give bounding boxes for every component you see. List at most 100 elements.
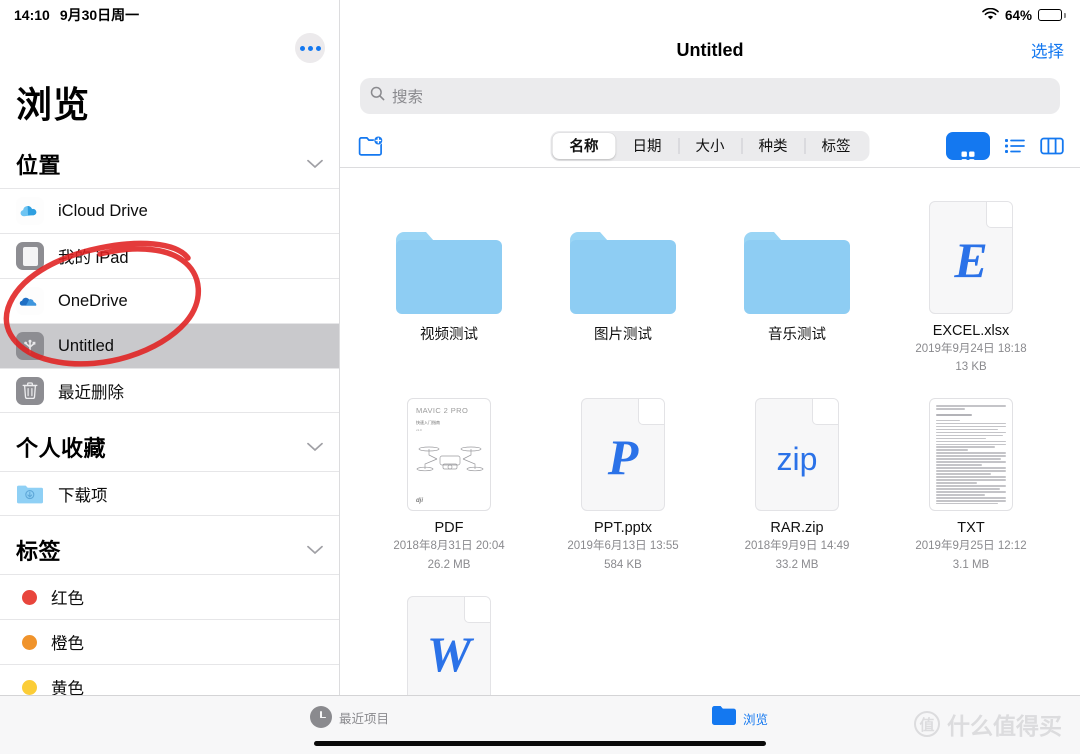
sidebar-item-icloud-drive[interactable]: iCloud Drive [0, 188, 339, 233]
file-thumbnail: zip [755, 383, 839, 512]
file-item-word[interactable]: W [362, 581, 536, 709]
new-folder-icon[interactable] [358, 135, 384, 157]
usb-drive-icon [16, 332, 44, 360]
file-thumbnail: MAVIC 2 PRO 快速入门指南 v1.0 dji [407, 383, 491, 512]
file-name: 视频测试 [420, 327, 478, 343]
file-thumbnail: P [581, 383, 665, 512]
more-dot-icon [307, 45, 313, 51]
list-view-button[interactable] [1004, 137, 1026, 155]
pdf-thumb-subtitle: 快速入门指南 [416, 420, 440, 426]
battery-percent: 64% [1004, 7, 1032, 23]
folder-icon [396, 232, 502, 314]
bottom-tab-bar: 最近项目 浏览 值 什么值得买 [0, 695, 1080, 754]
more-dot-icon [299, 45, 305, 51]
page-fold-corner [638, 399, 664, 426]
home-indicator[interactable] [314, 741, 766, 746]
section-title: 个人收藏 [16, 436, 107, 461]
search-placeholder: 搜索 [392, 89, 424, 106]
sort-segmented-control[interactable]: 名称 日期 大小 种类 标签 [550, 130, 870, 161]
more-options-button[interactable] [295, 33, 325, 63]
file-item-excel[interactable]: E EXCEL.xlsx 2019年9月24日 18:18 13 KB [884, 186, 1058, 375]
page-fold-corner [986, 202, 1012, 228]
tab-recents[interactable]: 最近项目 [310, 706, 389, 728]
tag-dot-icon [22, 634, 37, 650]
search-icon [370, 86, 385, 106]
excel-document-icon: E [929, 201, 1013, 314]
nav-title: Untitled [676, 39, 744, 60]
downloads-folder-icon [16, 480, 44, 508]
file-thumbnail [744, 186, 850, 314]
select-button[interactable]: 选择 [1031, 38, 1064, 62]
toolbar: 名称 日期 大小 种类 标签 [340, 124, 1080, 168]
file-item-powerpoint[interactable]: P PPT.pptx 2019年6月13日 13:55 584 KB [536, 383, 710, 572]
sidebar-item-label: 橙色 [51, 635, 84, 653]
sidebar-more-row [0, 30, 339, 66]
sort-option-size[interactable]: 大小 [678, 133, 742, 159]
files-app-window: 14:10 9月30日周一 浏览 位置 iCloud Drive 我的 iPad… [0, 0, 1080, 754]
column-view-button[interactable] [1040, 136, 1064, 156]
sidebar-item-tag-orange[interactable]: 橙色 [0, 619, 339, 664]
sidebar-item-downloads[interactable]: 下载项 [0, 471, 339, 516]
tab-browse[interactable]: 浏览 [712, 706, 768, 730]
file-type-glyph: W [426, 626, 472, 683]
clock-icon [310, 706, 332, 728]
file-name: PDF [434, 520, 464, 537]
file-item-folder[interactable]: 图片测试 [536, 186, 710, 375]
sidebar-item-label: Untitled [58, 336, 114, 355]
chevron-down-icon[interactable] [307, 159, 323, 169]
file-item-zip[interactable]: zip RAR.zip 2018年9月9日 14:49 33.2 MB [710, 383, 884, 572]
dji-logo: dji [416, 498, 423, 505]
file-type-glyph: P [607, 428, 639, 485]
pdf-thumb-title: MAVIC 2 PRO [416, 406, 482, 415]
file-name: EXCEL.xlsx [932, 323, 1010, 339]
chevron-down-icon[interactable] [307, 442, 323, 452]
file-item-folder[interactable]: 视频测试 [362, 186, 536, 375]
sidebar-item-onedrive[interactable]: OneDrive [0, 278, 339, 323]
watermark-text: 什么值得买 [947, 713, 1062, 739]
pdf-preview-thumbnail: MAVIC 2 PRO 快速入门指南 v1.0 dji [407, 398, 491, 512]
icloud-drive-icon [16, 197, 44, 225]
file-item-pdf[interactable]: MAVIC 2 PRO 快速入门指南 v1.0 dji PDF 2018年8月3… [362, 383, 536, 572]
sidebar-item-label: 下载项 [58, 486, 108, 505]
file-type-glyph: zip [776, 440, 818, 477]
chevron-down-icon[interactable] [307, 545, 323, 555]
sort-option-date[interactable]: 日期 [616, 133, 679, 159]
more-dot-icon [315, 45, 321, 51]
section-title: 标签 [16, 539, 62, 564]
file-size: 13 KB [955, 361, 987, 374]
file-item-text[interactable]: TXT 2019年9月25日 12:12 3.1 MB [884, 383, 1058, 572]
sort-option-tags[interactable]: 标签 [804, 133, 868, 159]
sidebar-item-label: 最近删除 [58, 383, 124, 402]
folder-icon [570, 232, 676, 314]
section-header-favorites: 个人收藏 [0, 413, 339, 471]
sort-option-kind[interactable]: 种类 [741, 133, 805, 159]
file-name: 音乐测试 [768, 327, 826, 343]
powerpoint-document-icon: P [581, 398, 665, 512]
grid-view-button[interactable] [946, 131, 990, 164]
file-thumbnail [929, 383, 1013, 512]
sort-option-name[interactable]: 名称 [552, 132, 616, 159]
section-header-locations: 位置 [0, 142, 339, 188]
sidebar-item-recently-deleted[interactable]: 最近删除 [0, 368, 339, 413]
status-bar-right: 64% [340, 0, 1080, 30]
wifi-icon [982, 7, 999, 23]
folder-icon [744, 232, 850, 314]
page-title: 浏览 [16, 84, 91, 125]
word-document-icon: W [407, 595, 491, 709]
zip-document-icon: zip [755, 398, 839, 512]
sidebar-item-my-ipad[interactable]: 我的 iPad [0, 233, 339, 278]
search-input[interactable]: 搜索 [360, 78, 1060, 114]
battery-icon [1038, 9, 1066, 21]
status-time: 14:10 [14, 7, 50, 23]
section-header-tags: 标签 [0, 516, 339, 574]
file-name: 图片测试 [594, 327, 652, 343]
drone-line-drawing-icon [416, 446, 484, 472]
watermark-mark: 值 [914, 711, 940, 737]
file-item-folder[interactable]: 音乐测试 [710, 186, 884, 375]
ipad-icon [16, 242, 44, 270]
pdf-thumb-title-bold: MAVIC 2 [416, 406, 451, 416]
sidebar-item-tag-red[interactable]: 红色 [0, 574, 339, 619]
pdf-thumb-title-light: PRO [450, 406, 469, 416]
sidebar-item-label: OneDrive [58, 291, 128, 310]
sidebar-item-untitled[interactable]: Untitled [0, 323, 339, 368]
